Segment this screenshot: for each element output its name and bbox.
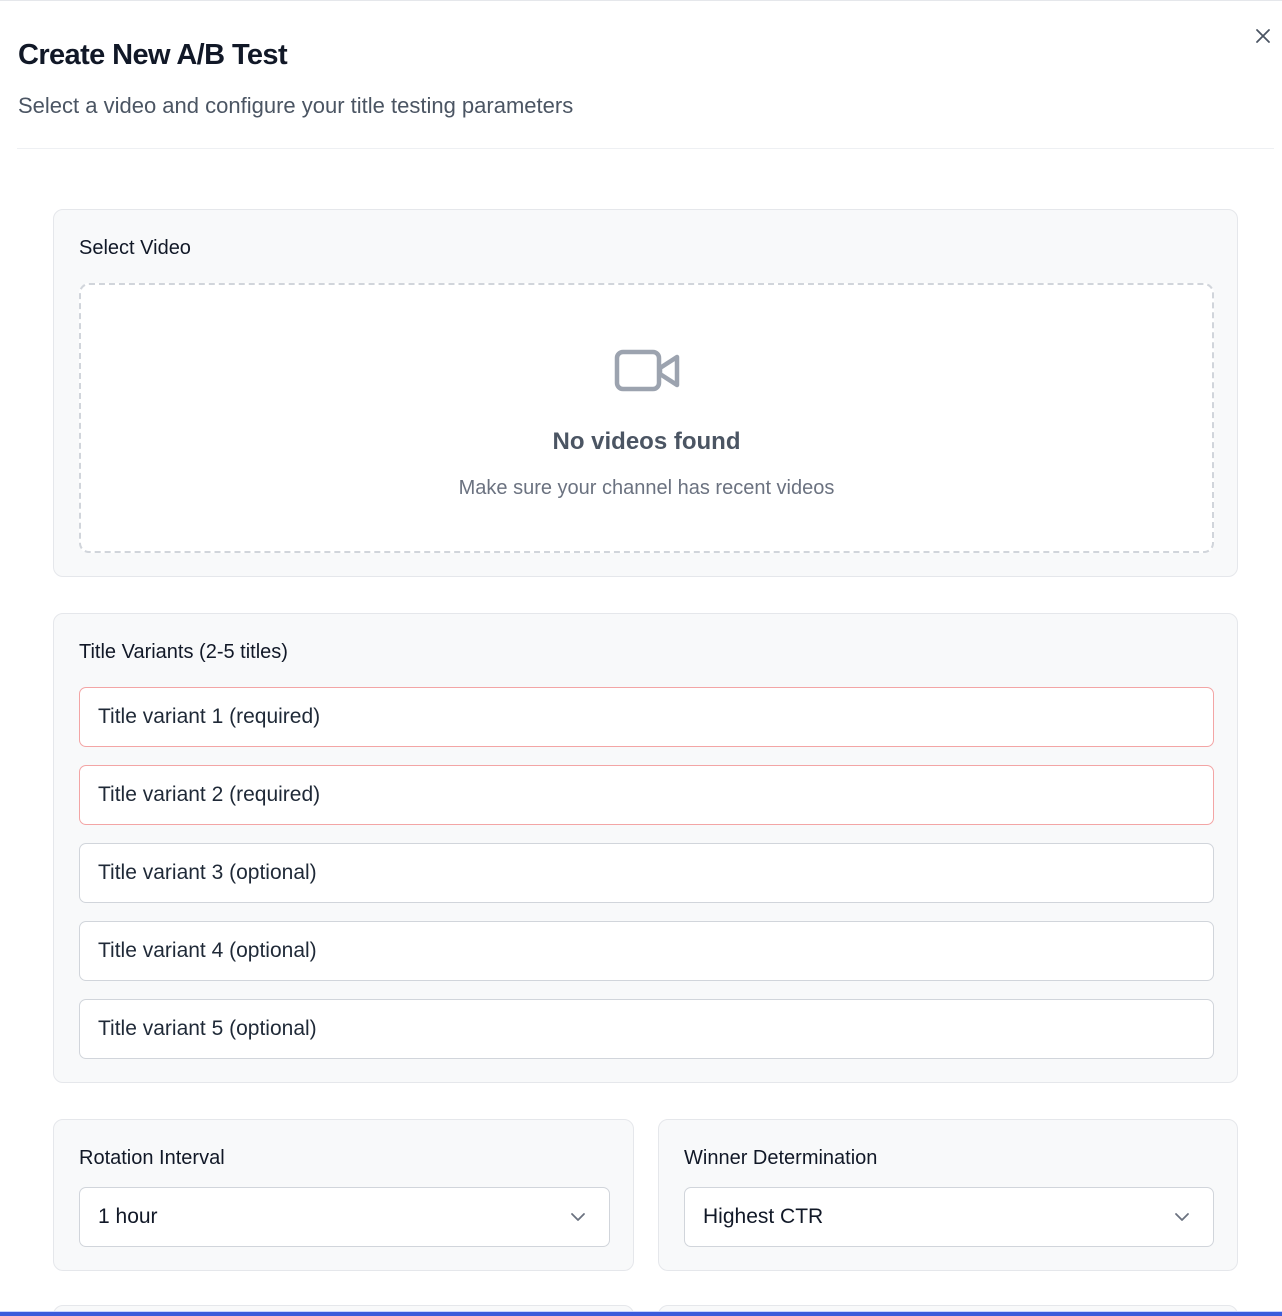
title-variant-3-input[interactable]: [79, 843, 1214, 903]
rotation-interval-select[interactable]: 1 hour: [79, 1187, 610, 1247]
video-camera-icon: [614, 349, 680, 392]
dialog-header: Create New A/B Test Select a video and c…: [17, 1, 1274, 149]
rotation-interval-label: Rotation Interval: [79, 1147, 225, 1169]
winner-determination-select[interactable]: Highest CTR: [684, 1187, 1214, 1247]
title-variant-2-input[interactable]: [79, 765, 1214, 825]
dialog-subtitle: Select a video and configure your title …: [18, 93, 574, 118]
title-variant-5-input[interactable]: [79, 999, 1214, 1059]
chevron-down-icon: [571, 1213, 585, 1221]
empty-state-subtitle: Make sure your channel has recent videos: [458, 477, 835, 499]
select-video-section: Select Video No videos found Make sure y…: [53, 209, 1238, 577]
close-button[interactable]: [1252, 25, 1274, 47]
rotation-interval-value: 1 hour: [98, 1205, 158, 1228]
video-empty-state: No videos found Make sure your channel h…: [79, 283, 1214, 553]
empty-state-title: No videos found: [552, 428, 741, 455]
scroll-edge-bar: [0, 1311, 1282, 1316]
rotation-interval-section: Rotation Interval 1 hour: [53, 1119, 634, 1271]
select-video-label: Select Video: [79, 237, 191, 259]
title-variants-section: Title Variants (2-5 titles): [53, 613, 1238, 1083]
title-variant-4-input[interactable]: [79, 921, 1214, 981]
winner-determination-value: Highest CTR: [703, 1205, 824, 1228]
close-icon: [1256, 29, 1270, 43]
chevron-down-icon: [1175, 1213, 1189, 1221]
create-ab-test-dialog: Create New A/B Test Select a video and c…: [0, 0, 1282, 1316]
dialog-title: Create New A/B Test: [18, 39, 288, 71]
winner-determination-section: Winner Determination Highest CTR: [658, 1119, 1238, 1271]
winner-determination-label: Winner Determination: [684, 1147, 878, 1169]
title-variants-label: Title Variants (2-5 titles): [79, 641, 288, 663]
title-variant-1-input[interactable]: [79, 687, 1214, 747]
